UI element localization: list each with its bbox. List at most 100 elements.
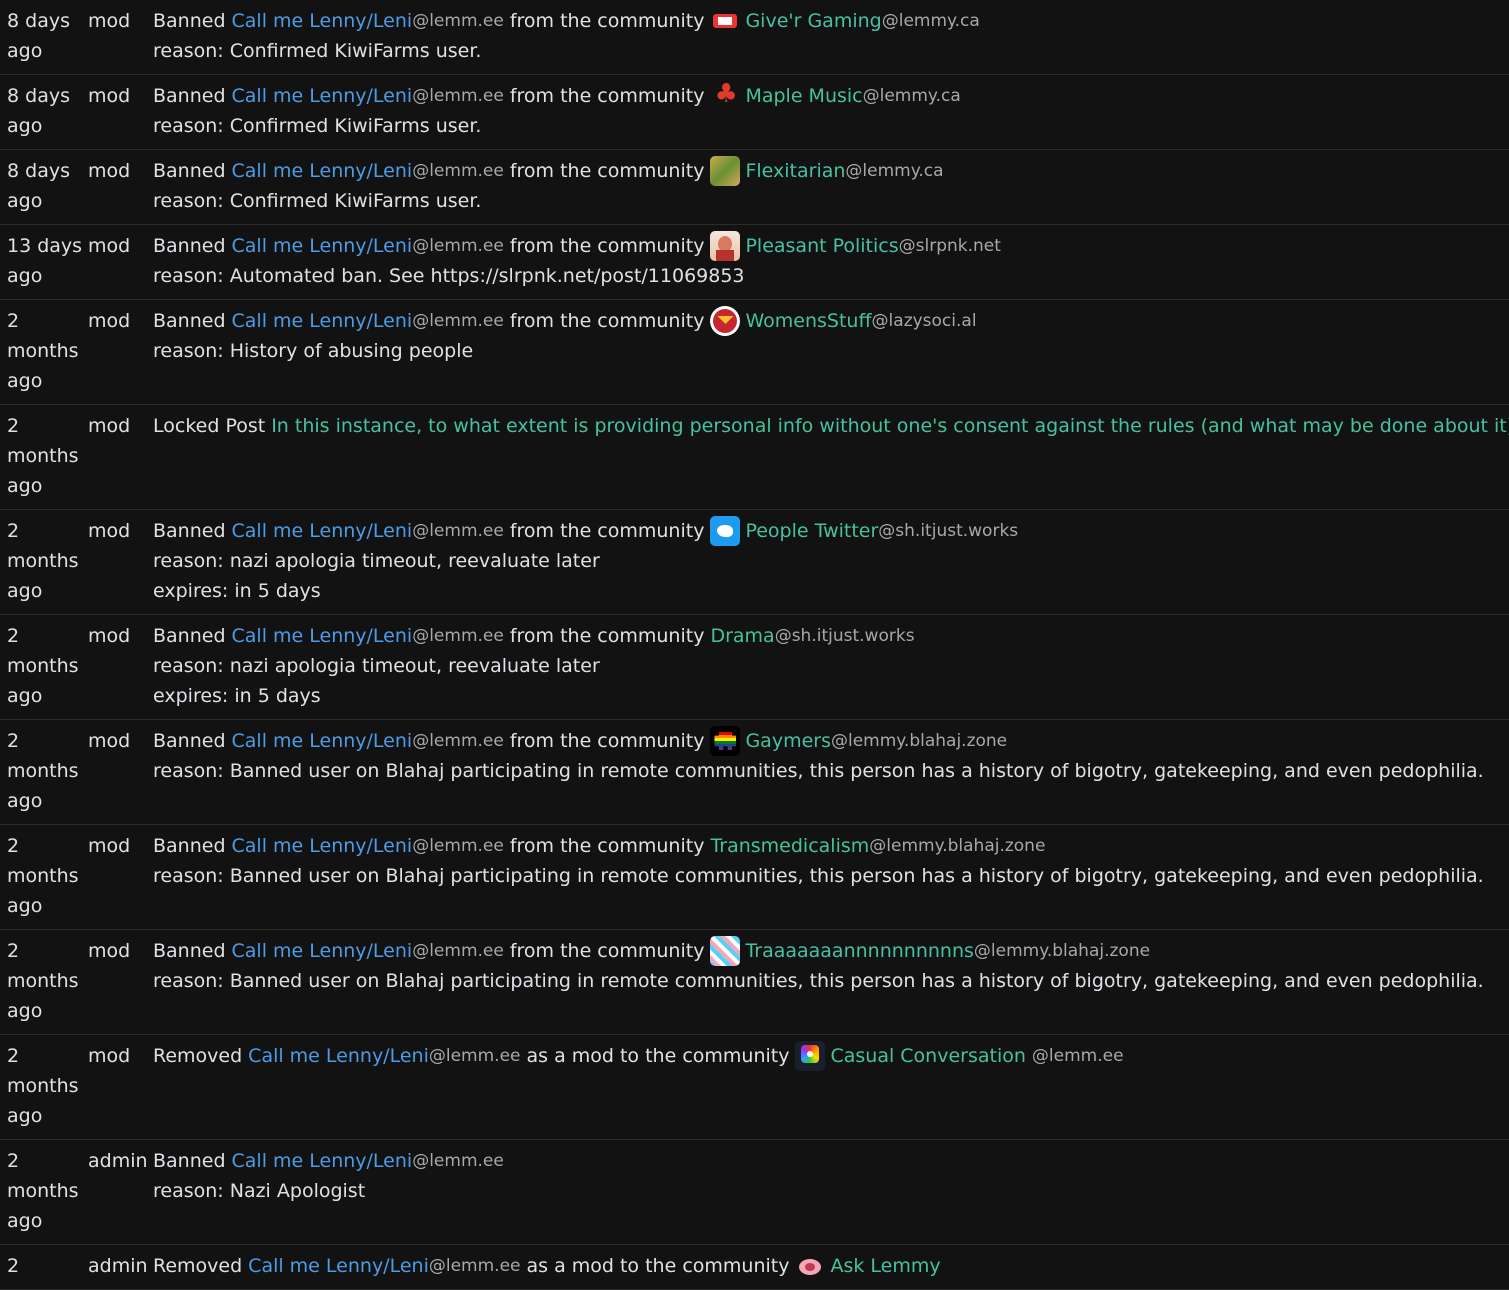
user-link[interactable]: Call me Lenny/Leni: [232, 831, 413, 861]
modlog-row: 2 months ago mod Banned Call me Lenny/Leni…: [0, 930, 1509, 1035]
flexitarian-icon: [710, 156, 741, 186]
time-cell: 2 months ago: [7, 625, 79, 707]
action-cell: Banned Call me Lenny/Leni @lemm.ee reason…: [153, 1146, 1509, 1236]
role-cell: mod: [88, 235, 131, 257]
from-community-text: from the community: [509, 940, 705, 962]
ban-reason: reason: Banned user on Blahaj participat…: [153, 865, 1484, 887]
ban-reason: reason: Banned user on Blahaj participat…: [153, 760, 1484, 782]
ban-reason: reason: nazi apologia timeout, reevaluat…: [153, 550, 600, 572]
action-verb: Removed: [153, 1255, 243, 1277]
modlog-row: 2 months ago mod Locked Post In this insta…: [0, 405, 1509, 510]
user-link[interactable]: Call me Lenny/Leni: [248, 1041, 429, 1071]
community-link[interactable]: Casual Conversation: [830, 1041, 1025, 1071]
action-verb: Banned: [153, 160, 226, 182]
action-verb: Removed: [153, 1045, 243, 1067]
modlog-row: 8 days ago mod Banned Call me Lenny/Leni @…: [0, 0, 1509, 75]
community-instance: @lemmy.blahaj.zone: [869, 836, 1046, 856]
user-link[interactable]: Call me Lenny/Leni: [232, 81, 413, 111]
user-link[interactable]: Call me Lenny/Leni: [232, 306, 413, 336]
action-cell: Banned Call me Lenny/Leni @lemm.ee from t…: [153, 156, 1509, 216]
modlog-row: 13 days ago mod Banned Call me Lenny/Leni…: [0, 225, 1509, 300]
time-cell: 2 months ago: [7, 1150, 79, 1232]
ban-reason: reason: Confirmed KiwiFarms user.: [153, 40, 482, 62]
user-instance: @lemm.ee: [428, 1256, 521, 1276]
user-link[interactable]: Call me Lenny/Leni: [232, 1146, 413, 1176]
action-cell: Banned Call me Lenny/Leni @lemm.ee from t…: [153, 231, 1509, 291]
user-instance: @lemm.ee: [412, 626, 504, 646]
ban-reason: reason: nazi apologia timeout, reevaluat…: [153, 655, 600, 677]
ban-expires: expires: in 5 days: [153, 685, 321, 707]
community-link[interactable]: People Twitter: [745, 516, 878, 546]
community-link[interactable]: Pleasant Politics: [745, 231, 898, 261]
user-instance: @lemm.ee: [412, 161, 504, 181]
action-verb: Banned: [153, 730, 226, 752]
modlog-row: 2 months ago admin Banned Call me Lenny/Le…: [0, 1140, 1509, 1245]
from-community-text: from the community: [509, 85, 705, 107]
role-cell: mod: [88, 730, 131, 752]
user-instance: @lemm.ee: [412, 941, 504, 961]
role-cell: admin: [88, 1150, 148, 1172]
time-cell: 13 days ago: [7, 235, 83, 287]
post-link[interactable]: In this instance, to what extent is prov…: [271, 411, 1509, 441]
maple-leaf-icon: [710, 81, 741, 111]
action-cell: Banned Call me Lenny/Leni @lemm.ee from t…: [153, 306, 1509, 396]
giver-gaming-icon: [710, 6, 741, 36]
action-verb: Banned: [153, 835, 226, 857]
user-link[interactable]: Call me Lenny/Leni: [232, 231, 413, 261]
user-link[interactable]: Call me Lenny/Leni: [232, 726, 413, 756]
wonder-woman-icon: [710, 306, 741, 336]
ask-lemmy-icon: [795, 1251, 826, 1281]
community-link[interactable]: Gaymers: [745, 726, 831, 756]
community-link[interactable]: Flexitarian: [745, 156, 845, 186]
modlog-row: 2 admin Removed Call me Lenny/Leni @lemm.…: [0, 1245, 1509, 1290]
role-cell: mod: [88, 625, 131, 647]
role-cell: mod: [88, 85, 131, 107]
user-link[interactable]: Call me Lenny/Leni: [232, 621, 413, 651]
community-instance: @slrpnk.net: [898, 236, 1001, 256]
trans-pattern-icon: [710, 936, 741, 966]
action-cell: Banned Call me Lenny/Leni @lemm.ee from t…: [153, 726, 1509, 816]
action-cell: Banned Call me Lenny/Leni @lemm.ee from t…: [153, 81, 1509, 141]
user-instance: @lemm.ee: [412, 836, 504, 856]
ban-reason: reason: Confirmed KiwiFarms user.: [153, 115, 482, 137]
action-verb: Banned: [153, 520, 226, 542]
casual-conversation-icon: [795, 1041, 826, 1071]
user-link[interactable]: Call me Lenny/Leni: [232, 156, 413, 186]
modlog-table: 8 days ago mod Banned Call me Lenny/Leni @…: [0, 0, 1509, 1290]
role-cell: mod: [88, 160, 131, 182]
time-cell: 2 months ago: [7, 310, 79, 392]
from-community-text: from the community: [509, 625, 705, 647]
action-verb: Locked Post: [153, 415, 266, 437]
community-link[interactable]: Maple Music: [745, 81, 862, 111]
time-cell: 8 days ago: [7, 10, 70, 62]
action-cell: Banned Call me Lenny/Leni @lemm.ee from t…: [153, 6, 1509, 66]
community-link[interactable]: WomensStuff: [745, 306, 871, 336]
from-community-text: from the community: [509, 520, 705, 542]
action-verb: Banned: [153, 235, 226, 257]
user-instance: @lemm.ee: [412, 311, 504, 331]
community-link[interactable]: Drama: [710, 621, 774, 651]
from-community-text: from the community: [509, 10, 705, 32]
user-link[interactable]: Call me Lenny/Leni: [232, 936, 413, 966]
action-verb: Banned: [153, 1150, 226, 1172]
user-link[interactable]: Call me Lenny/Leni: [232, 516, 413, 546]
time-cell: 2 months ago: [7, 730, 79, 812]
user-link[interactable]: Call me Lenny/Leni: [248, 1251, 429, 1281]
action-cell: Banned Call me Lenny/Leni @lemm.ee from t…: [153, 516, 1509, 606]
pleasant-politics-icon: [710, 231, 741, 261]
community-instance: @lemmy.ca: [881, 11, 980, 31]
community-link[interactable]: Ask Lemmy: [830, 1251, 940, 1281]
community-link[interactable]: Traaaaaaannnnnnnnnns: [745, 936, 973, 966]
user-link[interactable]: Call me Lenny/Leni: [232, 6, 413, 36]
community-link[interactable]: Give'r Gaming: [745, 6, 881, 36]
time-cell: 8 days ago: [7, 160, 70, 212]
modlog-row: 2 months ago mod Banned Call me Lenny/Leni…: [0, 720, 1509, 825]
action-cell: Banned Call me Lenny/Leni @lemm.ee from t…: [153, 621, 1509, 711]
user-instance: @lemm.ee: [412, 731, 504, 751]
time-cell: 2 months ago: [7, 940, 79, 1022]
as-mod-text: as a mod to the community: [526, 1255, 790, 1277]
user-instance: @lemm.ee: [412, 11, 504, 31]
community-instance: @lemmy.ca: [845, 161, 944, 181]
role-cell: mod: [88, 940, 131, 962]
community-link[interactable]: Transmedicalism: [710, 831, 869, 861]
